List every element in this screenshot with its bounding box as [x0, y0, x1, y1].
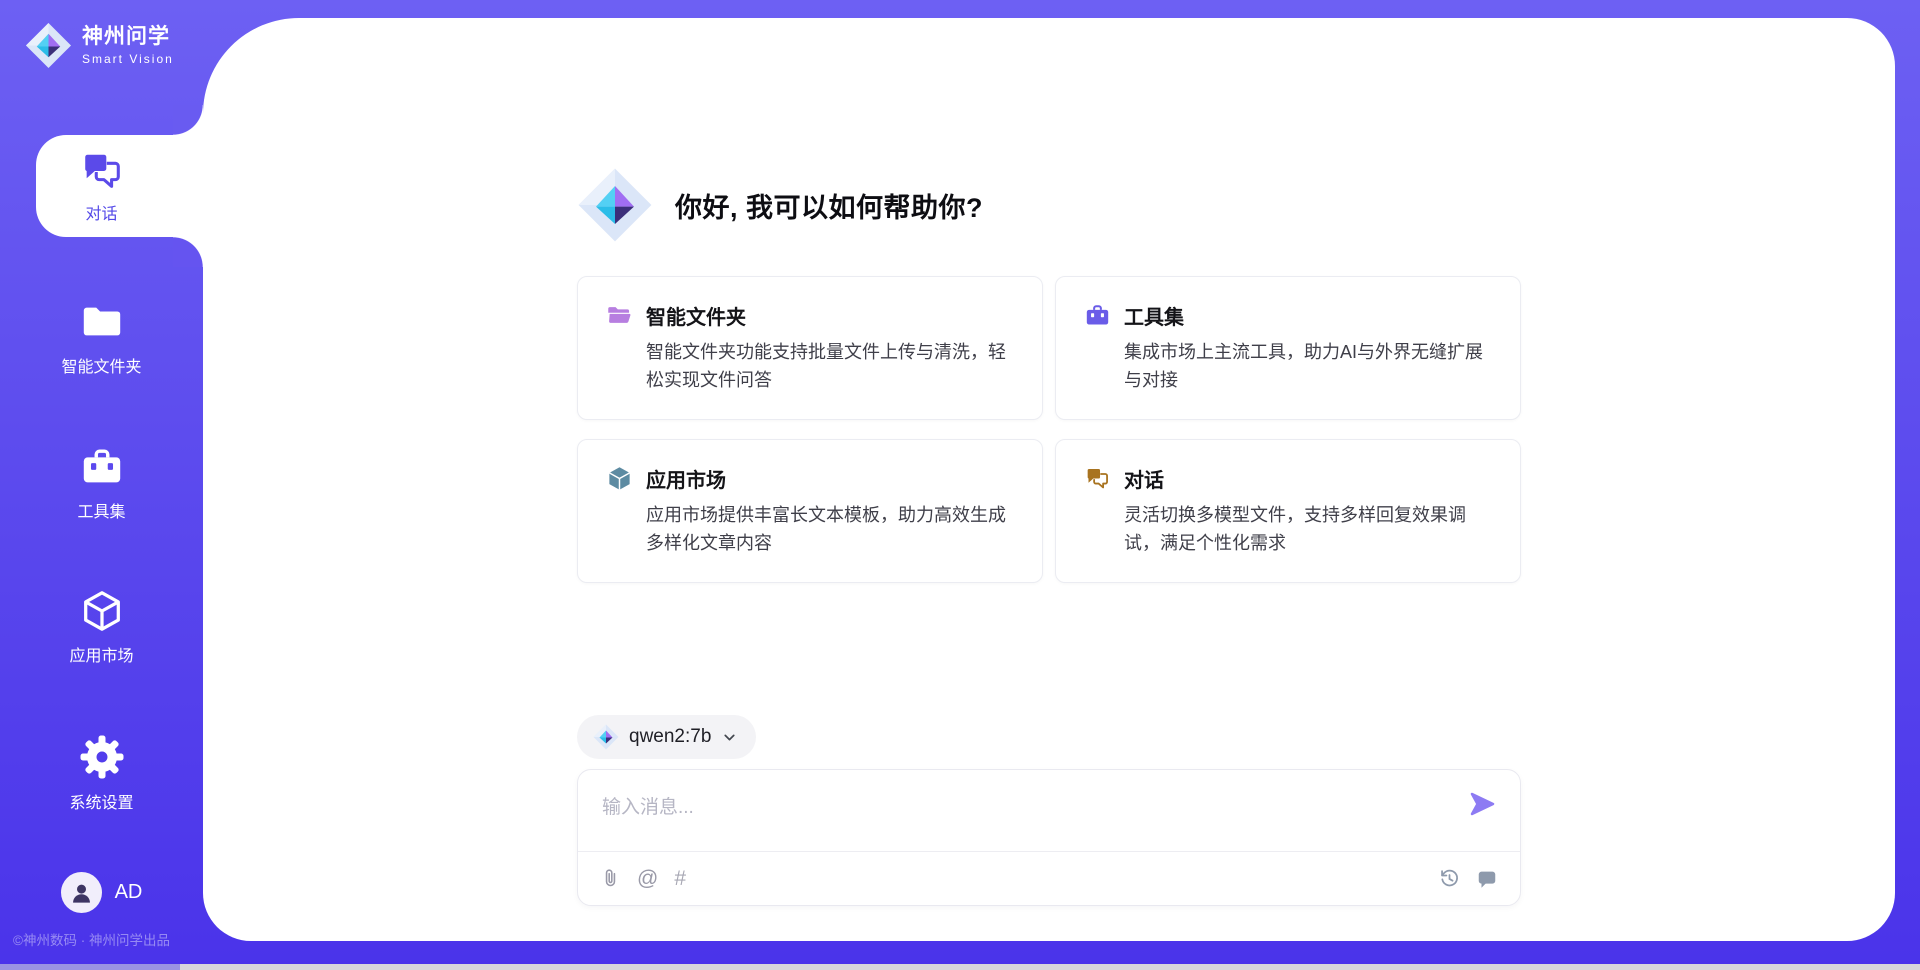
brand-name: 神州问学 [82, 25, 174, 48]
model-name: qwen2:7b [629, 726, 711, 748]
sidebar-item-toolset[interactable]: 工具集 [0, 444, 203, 522]
card-title: 工具集 [1124, 301, 1184, 330]
person-icon [68, 879, 95, 906]
sidebar: 神州问学 Smart Vision 对话 智能文件夹 工具集 应用市场 系统设置… [0, 0, 203, 970]
toolbox-icon [1084, 302, 1111, 329]
sidebar-item-label: 工具集 [77, 498, 125, 522]
card-title: 对话 [1124, 464, 1164, 493]
message-input[interactable] [578, 770, 1520, 851]
diamond-logo-icon [577, 167, 653, 243]
card-app-market[interactable]: 应用市场 应用市场提供丰富长文本模板，助力高效生成多样化文章内容 [577, 439, 1043, 583]
diamond-logo-icon [593, 724, 619, 750]
gear-icon [78, 733, 126, 781]
hashtag-button[interactable]: # [674, 868, 686, 889]
greeting-title: 你好, 我可以如何帮助你? [675, 186, 983, 225]
horizontal-scrollbar[interactable] [0, 964, 1920, 970]
send-button[interactable] [1468, 790, 1496, 818]
main-content-panel: 你好, 我可以如何帮助你? 智能文件夹 智能文件夹功能支持批量文件上传与清洗，轻… [203, 18, 1895, 941]
composer-toolbar: @ # [578, 852, 1520, 905]
cube-icon [79, 588, 125, 634]
card-description: 灵活切换多模型文件，支持多样回复效果调试，满足个性化需求 [1124, 502, 1500, 558]
diamond-logo-icon [25, 22, 72, 69]
chevron-down-icon [721, 729, 738, 746]
sidebar-item-chat[interactable]: 对话 [36, 135, 203, 237]
folder-icon [79, 299, 125, 345]
brand-subtitle: Smart Vision [82, 52, 174, 66]
card-description: 智能文件夹功能支持批量文件上传与清洗，轻松实现文件问答 [646, 339, 1022, 395]
message-composer: @ # [577, 769, 1521, 906]
card-smart-folder[interactable]: 智能文件夹 智能文件夹功能支持批量文件上传与清洗，轻松实现文件问答 [577, 276, 1043, 420]
sidebar-item-label: 智能文件夹 [61, 353, 141, 377]
history-icon [1439, 868, 1460, 889]
send-icon [1468, 790, 1496, 818]
sidebar-item-label: 系统设置 [69, 789, 133, 813]
chat-icon [79, 148, 125, 194]
card-chat[interactable]: 对话 灵活切换多模型文件，支持多样回复效果调试，满足个性化需求 [1055, 439, 1521, 583]
sidebar-item-label: 应用市场 [69, 642, 133, 666]
history-button[interactable] [1439, 868, 1460, 889]
model-selector[interactable]: qwen2:7b [577, 715, 756, 759]
user-account[interactable]: AD [0, 872, 203, 913]
tab-fillet-top [173, 105, 203, 135]
tab-fillet-bottom [173, 237, 203, 267]
brand-logo: 神州问学 Smart Vision [25, 22, 174, 69]
avatar [61, 872, 102, 913]
sidebar-item-settings[interactable]: 系统设置 [0, 733, 203, 813]
comments-button[interactable] [1476, 868, 1498, 890]
paperclip-icon [600, 868, 621, 889]
mention-button[interactable]: @ [637, 868, 658, 889]
feature-cards: 智能文件夹 智能文件夹功能支持批量文件上传与清洗，轻松实现文件问答 工具集 集成… [577, 276, 1521, 583]
chat-icon [1084, 465, 1111, 492]
greeting-header: 你好, 我可以如何帮助你? [577, 167, 1521, 243]
card-description: 集成市场上主流工具，助力AI与外界无缝扩展与对接 [1124, 339, 1500, 395]
folder-open-icon [606, 302, 633, 329]
card-title: 智能文件夹 [646, 301, 746, 330]
sidebar-item-label: 对话 [85, 200, 117, 224]
cube-icon [606, 465, 633, 492]
comment-icon [1476, 868, 1498, 890]
card-toolset[interactable]: 工具集 集成市场上主流工具，助力AI与外界无缝扩展与对接 [1055, 276, 1521, 420]
user-name: AD [115, 881, 143, 904]
sidebar-item-app-market[interactable]: 应用市场 [0, 588, 203, 666]
card-title: 应用市场 [646, 464, 726, 493]
toolbox-icon [79, 444, 125, 490]
attach-button[interactable] [600, 868, 621, 889]
copyright-footer: ©神州数码 · 神州问学出品 [13, 929, 170, 949]
sidebar-item-smart-folder[interactable]: 智能文件夹 [0, 299, 203, 377]
card-description: 应用市场提供丰富长文本模板，助力高效生成多样化文章内容 [646, 502, 1022, 558]
